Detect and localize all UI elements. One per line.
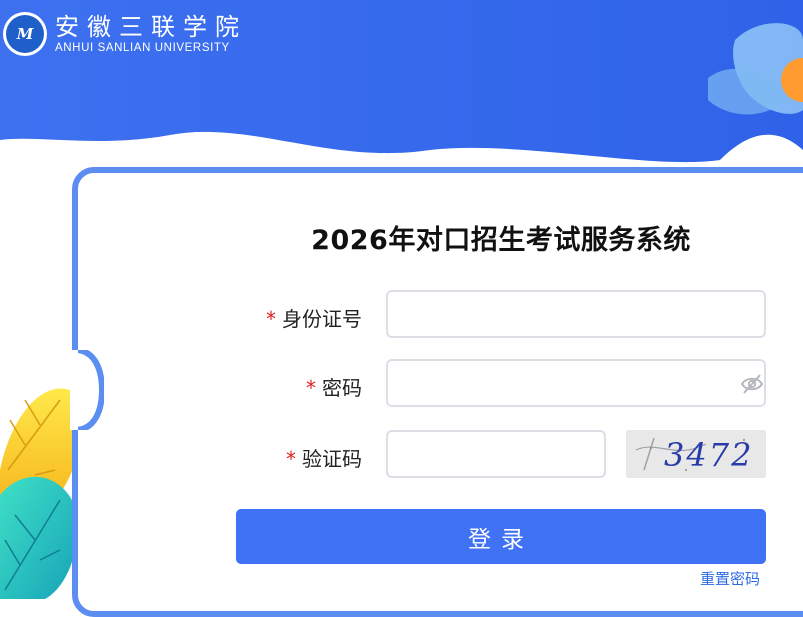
reset-password-link[interactable]: 重置密码 [700, 568, 760, 589]
university-name-en: ANHUI SANLIAN UNIVERSITY [55, 42, 230, 54]
required-mark: * [306, 376, 316, 400]
captcha-code: 3472 [664, 436, 754, 474]
captcha-label: * 验证码 [286, 447, 362, 471]
login-button[interactable]: 登录 [236, 509, 766, 564]
password-input[interactable] [386, 359, 766, 407]
required-mark: * [266, 307, 276, 331]
captcha-input[interactable] [386, 430, 606, 478]
eye-off-icon[interactable] [740, 373, 764, 395]
password-label: * 密码 [306, 376, 362, 400]
id-number-label: * 身份证号 [266, 307, 362, 331]
card-notch [70, 350, 104, 430]
required-mark: * [286, 447, 296, 471]
captcha-image[interactable]: 3472 [626, 430, 766, 478]
page-title: 2026年对口招生考试服务系统 [311, 225, 691, 256]
decor-leaf-left [0, 388, 81, 599]
university-name-cn: 安徽三联学院 [55, 13, 247, 41]
logo-mark: M [16, 25, 34, 43]
university-logo: M [3, 12, 47, 56]
id-number-input[interactable] [386, 290, 766, 338]
university-brand: M 安徽三联学院 ANHUI SANLIAN UNIVERSITY [3, 12, 247, 56]
